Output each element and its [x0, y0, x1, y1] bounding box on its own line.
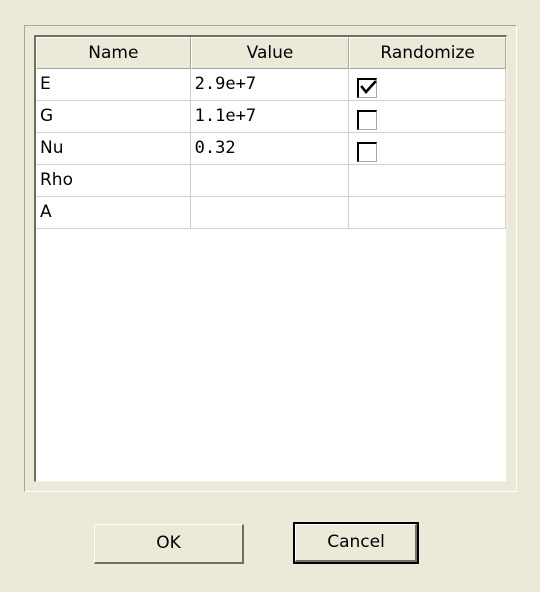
randomize-checkbox[interactable]	[357, 110, 378, 130]
cell-name[interactable]: Nu	[36, 133, 191, 165]
cell-randomize[interactable]	[349, 133, 506, 165]
cell-name[interactable]: G	[36, 101, 191, 133]
table-row[interactable]: Rho	[36, 165, 506, 197]
column-header-randomize[interactable]: Randomize	[349, 37, 506, 69]
checkmark-icon	[360, 80, 378, 95]
cell-value[interactable]: 1.1e+7	[190, 101, 350, 133]
cell-randomize	[349, 197, 506, 229]
cell-randomize[interactable]	[349, 101, 506, 133]
cell-value[interactable]	[190, 165, 350, 197]
table-row[interactable]: A	[36, 197, 506, 229]
table-row[interactable]: E 2.9e+7	[36, 69, 506, 101]
cell-randomize	[349, 165, 506, 197]
table-body: E 2.9e+7 G 1.1e+7 Nu 0.32 Rho A	[36, 69, 506, 229]
table-row[interactable]: Nu 0.32	[36, 133, 506, 165]
randomize-checkbox[interactable]	[357, 78, 378, 98]
cell-value[interactable]	[190, 197, 350, 229]
cancel-button[interactable]: Cancel	[293, 522, 419, 564]
cell-value[interactable]: 0.32	[190, 133, 350, 165]
cell-randomize[interactable]	[349, 69, 506, 101]
table-header-row: Name Value Randomize	[36, 37, 506, 69]
table-group-box: Name Value Randomize E 2.9e+7 G 1.1e+7 Nu 0.3…	[24, 25, 517, 492]
cell-name[interactable]: Rho	[36, 165, 191, 197]
cell-name[interactable]: E	[36, 69, 191, 101]
column-header-value[interactable]: Value	[190, 37, 350, 69]
ok-button[interactable]: OK	[94, 524, 244, 564]
cell-name[interactable]: A	[36, 197, 191, 229]
cell-value[interactable]: 2.9e+7	[190, 69, 350, 101]
randomize-checkbox[interactable]	[357, 142, 378, 162]
parameters-table[interactable]: Name Value Randomize E 2.9e+7 G 1.1e+7 Nu 0.3…	[34, 35, 507, 482]
cancel-button-label: Cancel	[327, 532, 385, 552]
column-header-name[interactable]: Name	[36, 37, 191, 69]
parameters-dialog: Name Value Randomize E 2.9e+7 G 1.1e+7 Nu 0.3…	[0, 0, 540, 592]
table-row[interactable]: G 1.1e+7	[36, 101, 506, 133]
